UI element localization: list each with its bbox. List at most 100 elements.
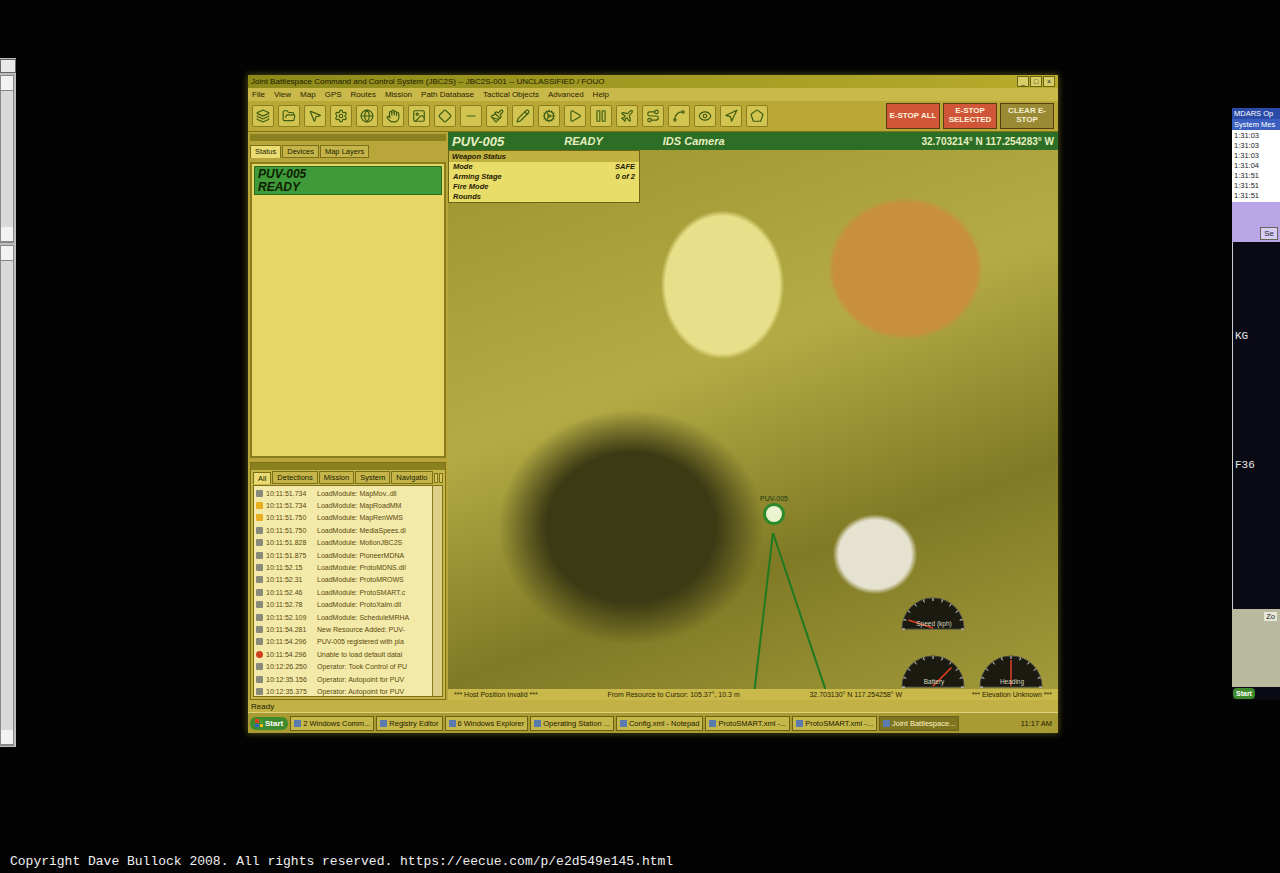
tool-button[interactable] — [408, 105, 430, 127]
task-button[interactable]: 2 Windows Comm... — [290, 716, 374, 731]
cog-icon — [542, 109, 556, 123]
menu-item[interactable]: View — [274, 90, 291, 99]
tool-button[interactable] — [252, 105, 274, 127]
pencil-icon — [516, 109, 530, 123]
tool-button[interactable] — [564, 105, 586, 127]
task-button[interactable]: ProtoSMART.xml -... — [792, 716, 877, 731]
log-row: 10:11:54.296PUV-005 registered with pla — [254, 636, 432, 648]
log-row: 10:11:52.78LoadModule: ProtoXalm.dll — [254, 599, 432, 611]
menu-item[interactable]: Advanced — [548, 90, 584, 99]
tool-button[interactable] — [330, 105, 352, 127]
tool-button[interactable] — [278, 105, 300, 127]
gauge: Speed (kph) — [898, 592, 970, 627]
tool-button[interactable] — [382, 105, 404, 127]
tab-scroll-button[interactable] — [439, 473, 443, 483]
tool-button[interactable] — [746, 105, 768, 127]
log-time: 10:11:54.296 — [266, 651, 314, 658]
tool-button[interactable] — [720, 105, 742, 127]
tool-button[interactable] — [460, 105, 482, 127]
tool-button[interactable] — [304, 105, 326, 127]
task-button[interactable]: Joint Battlespace... — [879, 716, 959, 731]
window-control-button[interactable]: × — [1043, 76, 1055, 87]
start-button[interactable]: Start — [1233, 688, 1255, 699]
eye-icon — [698, 109, 712, 123]
tab[interactable]: Status — [250, 145, 281, 158]
estop-button[interactable]: CLEAR E-STOP — [1000, 103, 1054, 129]
tab[interactable]: Navigatio — [391, 471, 432, 484]
right-window: MDARS OpSystem Mes1:31:031:31:031:31:031… — [1232, 108, 1280, 700]
menu-item[interactable]: Mission — [385, 90, 412, 99]
task-button[interactable]: Config.xml - Notepad — [616, 716, 703, 731]
vehicle-marker[interactable]: PUV-005 — [760, 495, 788, 525]
tool-button[interactable] — [694, 105, 716, 127]
message-time: 1:31:03 — [1234, 131, 1278, 141]
map-label: KG — [1235, 330, 1278, 342]
status-item[interactable]: PUV-005READY — [254, 166, 442, 195]
gauge-label: Heading — [1000, 678, 1024, 685]
window-controls: _□× — [1017, 76, 1055, 87]
pause-icon — [594, 109, 608, 123]
log-message: LoadModule: PioneerMDNA — [317, 552, 404, 559]
image-icon — [412, 109, 426, 123]
menu-item[interactable]: Routes — [351, 90, 376, 99]
tool-button[interactable] — [590, 105, 612, 127]
menu-item[interactable]: Map — [300, 90, 316, 99]
scrollbar[interactable] — [0, 245, 14, 746]
clock: 11:17 AM — [1017, 719, 1056, 728]
tab[interactable]: All — [253, 472, 271, 484]
tool-button[interactable] — [486, 105, 508, 127]
app-icon — [796, 720, 803, 727]
log-time: 10:11:52.46 — [266, 589, 314, 596]
app-icon — [294, 720, 301, 727]
menu-item[interactable]: Path Database — [421, 90, 474, 99]
body: StatusDevicesMap LayersPUV-005READYAllDe… — [248, 132, 1058, 700]
scrollbar[interactable] — [432, 486, 442, 696]
warning-icon — [256, 514, 263, 521]
tab[interactable]: System — [355, 471, 390, 484]
menu-item[interactable]: Help — [593, 90, 609, 99]
tab[interactable]: Mission — [319, 471, 354, 484]
gauge-label: Battery — [924, 678, 945, 685]
tool-button[interactable] — [668, 105, 690, 127]
tool-button[interactable] — [356, 105, 378, 127]
tool-button[interactable] — [616, 105, 638, 127]
window-control-button[interactable]: □ — [1030, 76, 1042, 87]
app-icon — [534, 720, 541, 727]
estop-button[interactable]: E-STOP SELECTED — [943, 103, 997, 129]
message-time: 1:31:03 — [1234, 141, 1278, 151]
tool-button[interactable] — [434, 105, 456, 127]
close-button[interactable] — [0, 59, 16, 73]
site-map[interactable]: KGF36 — [1232, 242, 1280, 609]
tool-button[interactable] — [512, 105, 534, 127]
windows-logo-icon — [255, 719, 263, 727]
estop-group: E-STOP ALLE-STOP SELECTEDCLEAR E-STOP — [886, 103, 1054, 129]
log-row: 10:11:51.875LoadModule: PioneerMDNA — [254, 549, 432, 561]
log-list: 10:11:51.734LoadModule: MapMov..dll10:11… — [253, 485, 443, 697]
task-button[interactable]: ProtoSMART.xml -... — [705, 716, 790, 731]
task-button[interactable]: Registry Editor — [376, 716, 442, 731]
menu-item[interactable]: File — [252, 90, 265, 99]
tab[interactable]: Devices — [282, 145, 319, 158]
log-message: Operator: Took Control of PU — [317, 663, 407, 670]
action-button[interactable]: Se — [1260, 227, 1278, 240]
log-time: 10:11:52.109 — [266, 614, 314, 621]
map[interactable]: Weapon StatusModeSAFEArming Stage0 of 2F… — [448, 150, 1058, 689]
tab-scroll-button[interactable] — [434, 473, 438, 483]
scrollbar[interactable] — [0, 75, 14, 243]
tab[interactable]: Map Layers — [320, 145, 369, 158]
menu-item[interactable]: Tactical Objects — [483, 90, 539, 99]
task-button[interactable]: 6 Windows Explorer — [445, 716, 529, 731]
tool-button[interactable] — [642, 105, 664, 127]
log-message: LoadModule: ProtoXalm.dll — [317, 601, 401, 608]
tab[interactable]: Detections — [272, 471, 317, 484]
menu-bar: File View Map GPS Routes Mission Path Database… — [248, 88, 1058, 101]
start-button[interactable]: Start — [250, 717, 288, 730]
log-message: LoadModule: MapRenWMS — [317, 514, 403, 521]
log-row: 10:11:52.46LoadModule: ProtoSMART.c — [254, 586, 432, 598]
vehicle-state: READY — [564, 135, 603, 147]
estop-button[interactable]: E-STOP ALL — [886, 103, 940, 129]
tool-button[interactable] — [538, 105, 560, 127]
task-button[interactable]: Operating Station ... — [530, 716, 614, 731]
window-control-button[interactable]: _ — [1017, 76, 1029, 87]
menu-item[interactable]: GPS — [325, 90, 342, 99]
